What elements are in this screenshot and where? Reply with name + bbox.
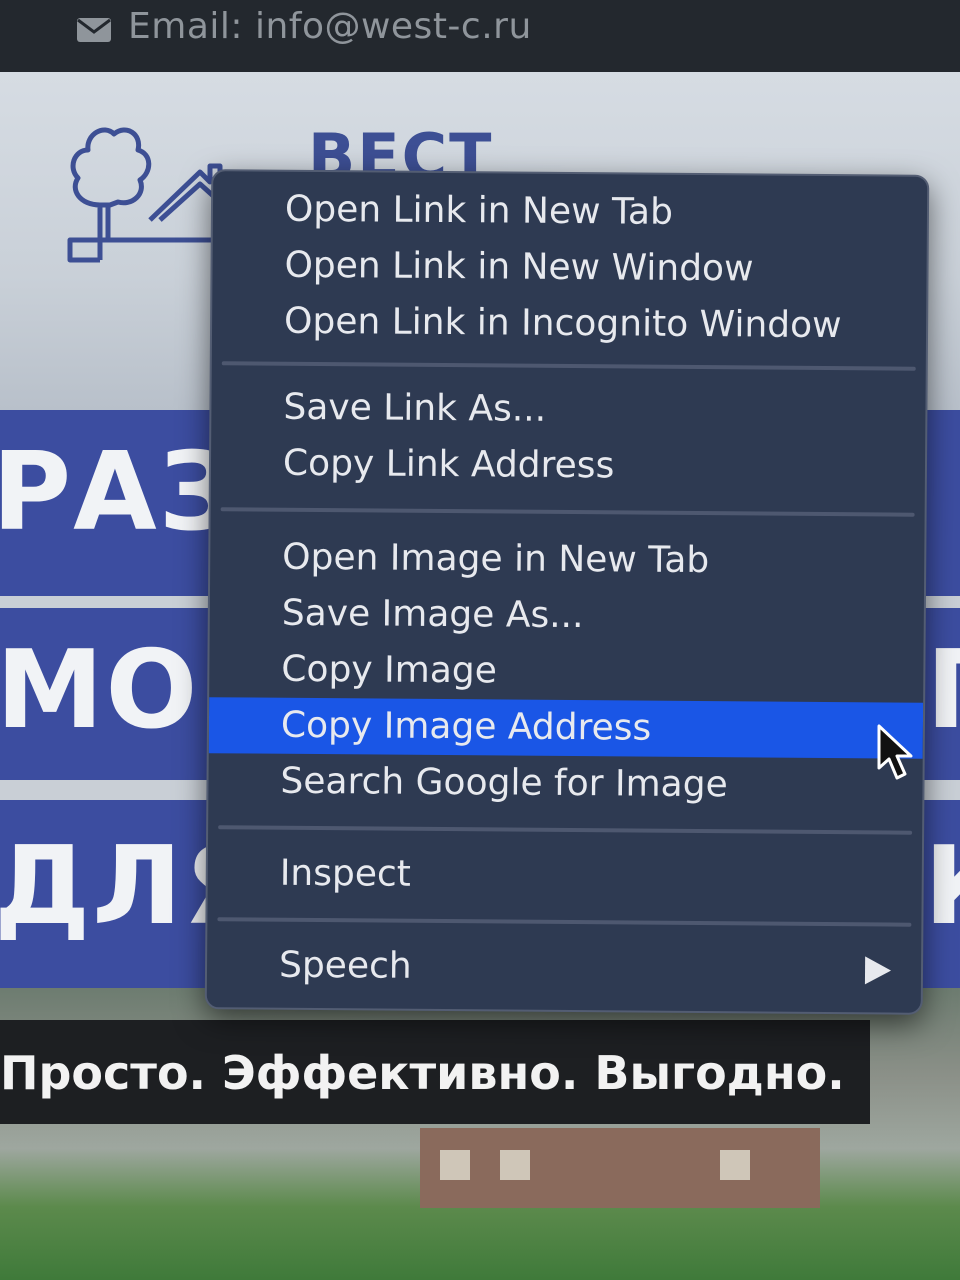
menu-item-label: Save Link As... bbox=[283, 386, 547, 430]
building-image bbox=[420, 1128, 820, 1208]
menu-item-open-link-incognito[interactable]: Open Link in Incognito Window bbox=[212, 293, 926, 355]
menu-item-label: Search Google for Image bbox=[280, 760, 728, 806]
context-menu: Open Link in New Tab Open Link in New Wi… bbox=[204, 169, 930, 1015]
menu-item-save-link-as[interactable]: Save Link As... bbox=[211, 379, 925, 441]
banner-text-1: РАЗ bbox=[0, 430, 238, 555]
banner-text-2-right: П bbox=[926, 628, 960, 753]
menu-item-label: Save Image As... bbox=[281, 592, 584, 637]
mail-icon bbox=[77, 18, 111, 42]
menu-item-label: Copy Link Address bbox=[282, 442, 615, 487]
menu-item-search-google-for-image[interactable]: Search Google for Image bbox=[208, 753, 922, 815]
contact-bar: Email: info@west-c.ru bbox=[0, 0, 960, 72]
menu-item-inspect[interactable]: Inspect bbox=[208, 845, 922, 907]
banner-text-2: МО bbox=[0, 628, 200, 753]
menu-item-label: Copy Image bbox=[281, 648, 498, 692]
menu-item-open-link-new-tab[interactable]: Open Link in New Tab bbox=[213, 181, 927, 243]
building-window bbox=[440, 1150, 470, 1180]
banner-text-3-right: К bbox=[924, 824, 960, 949]
menu-item-label: Speech bbox=[278, 944, 412, 987]
menu-item-label: Open Image in New Tab bbox=[282, 536, 710, 582]
menu-separator bbox=[218, 825, 913, 835]
menu-item-save-image-as[interactable]: Save Image As... bbox=[210, 585, 924, 647]
submenu-arrow-icon bbox=[864, 956, 892, 985]
menu-item-copy-link-address[interactable]: Copy Link Address bbox=[211, 435, 925, 497]
building-window bbox=[720, 1150, 750, 1180]
slogan-text: Просто. Эффективно. Выгодно. bbox=[0, 1046, 845, 1100]
menu-item-label: Open Link in New Window bbox=[284, 244, 754, 290]
menu-item-copy-image-address[interactable]: Copy Image Address bbox=[208, 697, 924, 759]
menu-item-label: Copy Image Address bbox=[280, 704, 652, 749]
menu-item-label: Open Link in Incognito Window bbox=[283, 300, 842, 347]
contact-email[interactable]: Email: info@west-c.ru bbox=[128, 6, 532, 47]
mouse-pointer-icon bbox=[877, 724, 913, 780]
menu-item-speech[interactable]: Speech bbox=[207, 937, 921, 999]
menu-item-label: Open Link in New Tab bbox=[284, 188, 674, 233]
menu-separator bbox=[221, 361, 916, 371]
menu-item-label: Inspect bbox=[279, 852, 412, 895]
menu-item-open-link-new-window[interactable]: Open Link in New Window bbox=[212, 237, 926, 299]
menu-separator bbox=[220, 507, 915, 517]
menu-item-copy-image[interactable]: Copy Image bbox=[209, 641, 923, 703]
building-window bbox=[500, 1150, 530, 1180]
browser-page: Email: info@west-c.ru ВЕСТ РАЗ МО П ДЛЯ … bbox=[0, 0, 960, 1280]
menu-separator bbox=[217, 917, 912, 927]
menu-item-open-image-new-tab[interactable]: Open Image in New Tab bbox=[210, 529, 924, 591]
